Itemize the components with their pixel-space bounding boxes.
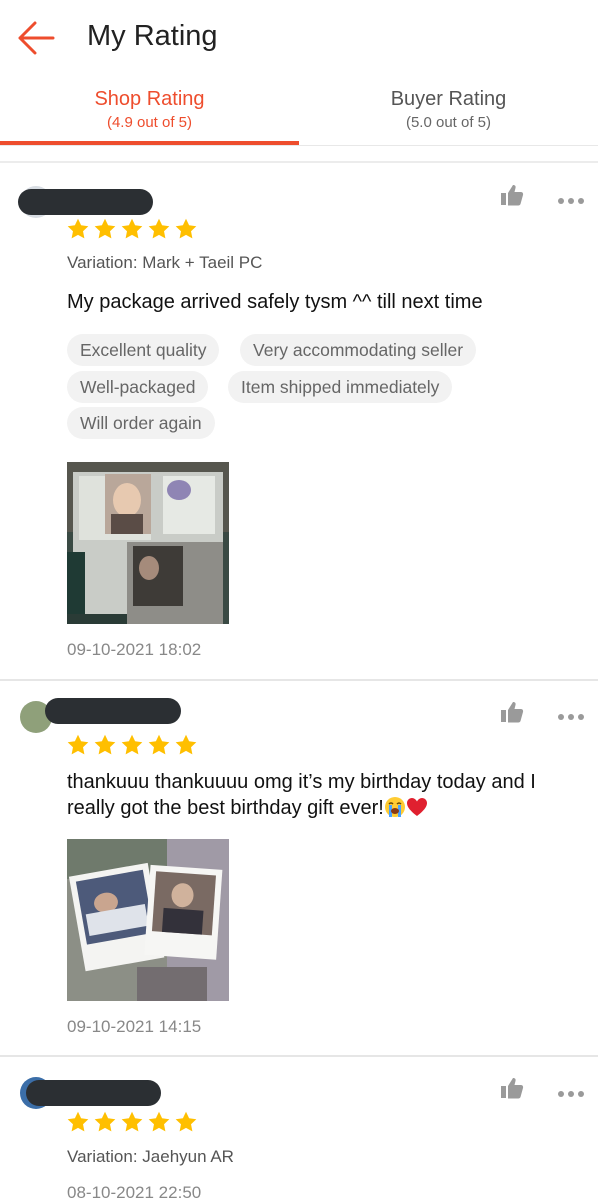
- thumbs-up-icon[interactable]: [500, 1077, 524, 1099]
- star-icon: [148, 734, 170, 755]
- tab-label: Shop Rating: [94, 88, 205, 110]
- redacted-username: [45, 698, 181, 724]
- star-rating: [67, 1111, 202, 1133]
- tab-score: (5.0 out of 5): [405, 114, 492, 131]
- review-comment: My package arrived safely tysm ^^ till n…: [67, 291, 483, 313]
- review-item: Variation: Mark + Taeil PC My package ar…: [0, 164, 598, 679]
- more-options-icon[interactable]: [557, 708, 585, 720]
- review-tag: Well-packaged: [67, 371, 209, 403]
- star-icon: [175, 1111, 197, 1132]
- star-icon: [67, 734, 89, 755]
- redacted-username: [18, 189, 153, 215]
- star-icon: [94, 218, 116, 239]
- rating-tabs: Shop Rating (4.9 out of 5) Buyer Rating …: [0, 86, 598, 146]
- star-icon: [175, 218, 197, 239]
- photocard-binder-photo[interactable]: [67, 462, 229, 624]
- variation-text: Variation: Mark + Taeil PC: [67, 253, 263, 272]
- review-timestamp: 08-10-2021 22:50: [67, 1183, 202, 1200]
- star-icon: [67, 218, 89, 239]
- review-comment: thankuuu thankuuuu omg it’s my birthday …: [67, 769, 587, 821]
- thumbs-up-icon[interactable]: [500, 184, 524, 206]
- tab-buyer-rating[interactable]: Buyer Rating (5.0 out of 5): [299, 86, 598, 146]
- review-timestamp: 09-10-2021 14:15: [67, 1017, 202, 1036]
- star-icon: [121, 1111, 143, 1132]
- thumbs-up-icon[interactable]: [500, 701, 524, 723]
- star-icon: [148, 1111, 170, 1132]
- star-icon: [67, 1111, 89, 1132]
- star-icon: [121, 734, 143, 755]
- review-timestamp: 09-10-2021 18:02: [67, 640, 202, 659]
- review-tag: Will order again: [67, 407, 215, 439]
- polaroid-photos-photo[interactable]: [67, 839, 229, 1001]
- app-header: My Rating: [0, 0, 598, 72]
- more-options-icon[interactable]: [557, 192, 585, 204]
- tab-label: Buyer Rating: [390, 88, 507, 110]
- loudly-crying-face-emoji: [384, 796, 406, 818]
- star-rating: [67, 218, 202, 240]
- review-tag: Item shipped immediately: [228, 371, 453, 403]
- back-arrow-icon[interactable]: [18, 20, 56, 56]
- comment-text: thankuuu thankuuuu omg it’s my birthday …: [67, 771, 536, 819]
- star-icon: [94, 734, 116, 755]
- divider: [0, 161, 598, 163]
- review-tag: Excellent quality: [67, 334, 220, 366]
- page-title: My Rating: [87, 20, 218, 52]
- tab-shop-rating[interactable]: Shop Rating (4.9 out of 5): [0, 86, 299, 146]
- more-options-icon[interactable]: [557, 1085, 585, 1097]
- star-icon: [175, 734, 197, 755]
- review-tag: Very accommodating seller: [240, 334, 477, 366]
- divider: [0, 145, 598, 146]
- star-icon: [148, 218, 170, 239]
- star-icon: [94, 1111, 116, 1132]
- variation-text: Variation: Jaehyun AR: [67, 1147, 234, 1166]
- star-icon: [121, 218, 143, 239]
- review-item: Variation: Jaehyun AR 08-10-2021 22:50: [0, 1057, 598, 1200]
- star-rating: [67, 734, 202, 756]
- red-heart-emoji: [406, 796, 428, 818]
- tab-score: (4.9 out of 5): [106, 114, 193, 131]
- redacted-username: [26, 1080, 161, 1106]
- review-item: thankuuu thankuuuu omg it’s my birthday …: [0, 681, 598, 1055]
